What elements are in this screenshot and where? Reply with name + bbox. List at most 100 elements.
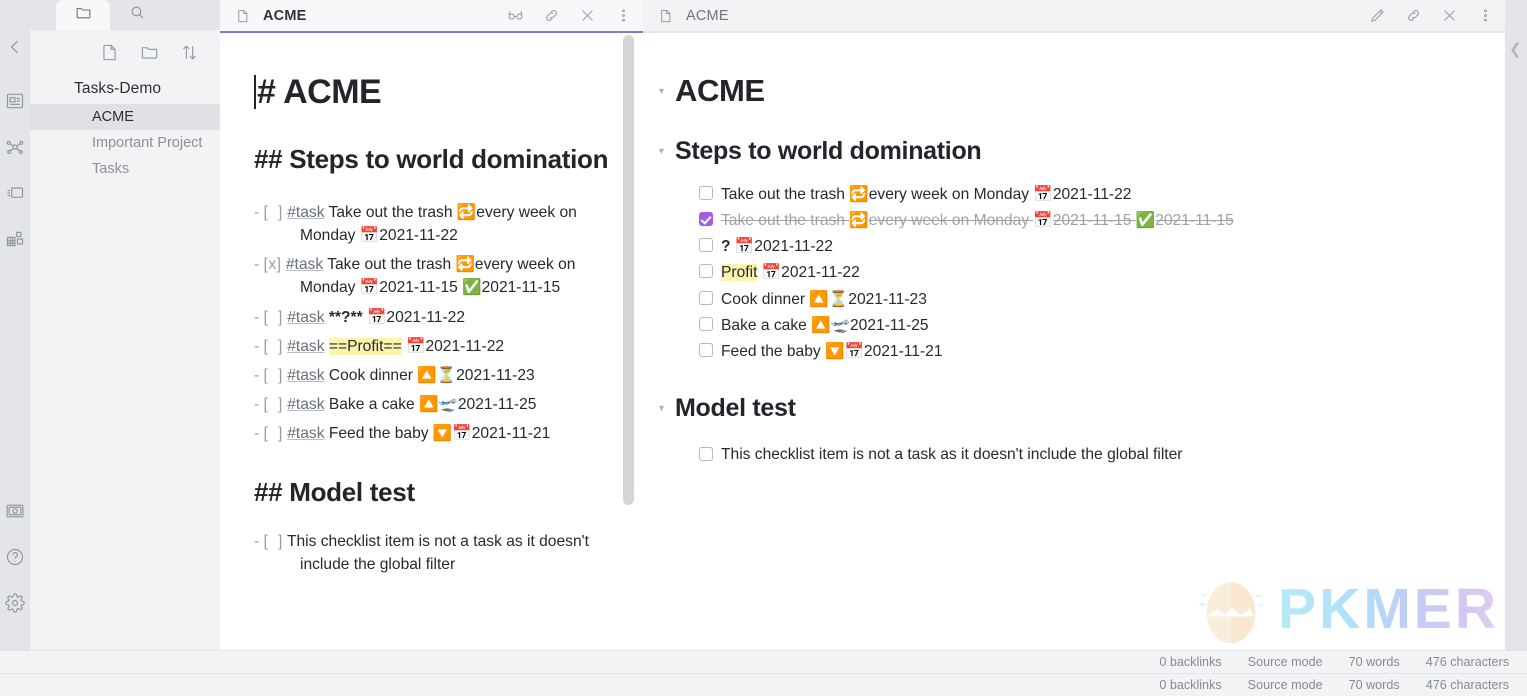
status-bar-secondary: 0 backlinks Source mode 70 words 476 cha… bbox=[0, 673, 1527, 696]
screenshot-icon[interactable] bbox=[2, 498, 28, 524]
sort-icon[interactable] bbox=[178, 41, 200, 63]
task-checkbox[interactable] bbox=[699, 264, 713, 279]
watermark-text: PKMER bbox=[1278, 577, 1499, 641]
task-text: Profit 📅2021-11-22 bbox=[721, 263, 860, 282]
more-options-icon[interactable] bbox=[613, 6, 633, 26]
preview-pane-actions bbox=[1367, 6, 1495, 26]
document-icon bbox=[657, 7, 674, 24]
chevron-left-icon[interactable] bbox=[2, 34, 28, 60]
editor-task-list: - [ ] #task Take out the trash 🔁every we… bbox=[254, 201, 621, 445]
document-icon bbox=[234, 7, 251, 24]
close-icon[interactable] bbox=[1439, 6, 1459, 26]
link-icon[interactable] bbox=[1403, 6, 1423, 26]
fold-triangle-icon[interactable]: ▼ bbox=[657, 86, 671, 96]
reading-view-glasses-icon[interactable] bbox=[505, 6, 525, 26]
preview-h2-text: Model test bbox=[675, 394, 796, 423]
list-item[interactable]: Cook dinner 🔼⏳2021-11-23 bbox=[699, 287, 1475, 312]
editor-task-line: - [ ] #task **?** 📅2021-11-22 bbox=[254, 307, 466, 326]
right-sidebar-collapse[interactable]: ❮ bbox=[1505, 0, 1527, 650]
status-backlinks[interactable]: 0 backlinks bbox=[1159, 678, 1221, 692]
list-item[interactable]: Take out the trash 🔁every week on Monday… bbox=[699, 182, 1475, 207]
nav-file-label: ACME bbox=[92, 109, 134, 125]
preview-body[interactable]: ▼ ACME ▼ Steps to world domination Take … bbox=[643, 33, 1505, 650]
task-text: Take out the trash 🔁every week on Monday… bbox=[721, 211, 1234, 230]
main-region: Tasks-Demo ACME Important Project Tasks … bbox=[0, 0, 1527, 650]
editor-scrollbar[interactable] bbox=[623, 35, 634, 505]
task-checkbox[interactable] bbox=[699, 186, 713, 200]
editor-pane: ACME # ACME ## Steps to world domination… bbox=[220, 0, 643, 650]
task-checkbox[interactable] bbox=[699, 316, 713, 331]
open-note-in-new-pane-icon[interactable] bbox=[2, 88, 28, 114]
help-icon[interactable] bbox=[2, 544, 28, 570]
task-checkbox[interactable] bbox=[699, 212, 713, 227]
obsidian-window: Tasks-Demo ACME Important Project Tasks … bbox=[0, 0, 1527, 696]
status-backlinks[interactable]: 0 backlinks bbox=[1159, 655, 1221, 669]
editor-h1-text: # ACME bbox=[257, 73, 382, 111]
preview-checklist: This checklist item is not a task as it … bbox=[673, 443, 1475, 467]
link-icon[interactable] bbox=[541, 6, 561, 26]
preview-tab-title: ACME bbox=[686, 7, 729, 24]
editor-pane-header: ACME bbox=[220, 0, 643, 31]
checklist-text: This checklist item is not a task as it … bbox=[721, 446, 1183, 464]
task-checkbox[interactable] bbox=[699, 342, 713, 357]
status-bar-primary: 0 backlinks Source mode 70 words 476 cha… bbox=[0, 650, 1527, 673]
chevron-left-icon[interactable]: ❮ bbox=[1509, 40, 1522, 58]
workspace-panes: ACME # ACME ## Steps to world domination… bbox=[220, 0, 1527, 650]
preview-pane: ACME ▼ ACME ▼ Steps to world domination … bbox=[643, 0, 1505, 650]
preview-h2-model-test: ▼ Model test bbox=[657, 394, 1475, 423]
grid-blocks-icon[interactable] bbox=[2, 226, 28, 252]
editor-checklist-text: This checklist item is not a task as it … bbox=[286, 532, 589, 574]
status-character-count: 476 characters bbox=[1425, 678, 1509, 692]
preview-task-list: Take out the trash 🔁every week on Monday… bbox=[673, 182, 1475, 364]
task-text: Bake a cake 🔼🛫2021-11-25 bbox=[721, 315, 929, 334]
search-tab[interactable] bbox=[110, 0, 164, 30]
status-mode[interactable]: Source mode bbox=[1248, 655, 1323, 669]
editor-h2-steps: ## Steps to world domination bbox=[254, 144, 609, 175]
sidebar-item-tasks[interactable]: Tasks bbox=[30, 156, 220, 182]
editor-task-line: - [ ] #task Bake a cake 🔼🛫2021-11-25 bbox=[254, 394, 537, 413]
task-checkbox[interactable] bbox=[699, 238, 713, 253]
list-item[interactable]: This checklist item is not a task as it … bbox=[699, 443, 1475, 467]
graph-view-icon[interactable] bbox=[2, 134, 28, 160]
fold-triangle-icon[interactable]: ▼ bbox=[657, 147, 671, 156]
nav-file-label: Important Project bbox=[92, 135, 203, 151]
preview-content: ▼ ACME ▼ Steps to world domination Take … bbox=[643, 33, 1505, 467]
text-caret bbox=[254, 75, 256, 109]
preview-h1: ▼ ACME bbox=[657, 73, 1475, 109]
files-tab[interactable] bbox=[56, 0, 110, 30]
pkmer-watermark: PKMER bbox=[1194, 572, 1499, 646]
sidebar-item-important-project[interactable]: Important Project bbox=[30, 130, 220, 156]
sidebar-item-acme[interactable]: ACME bbox=[30, 104, 220, 130]
preview-h2-text: Steps to world domination bbox=[675, 137, 982, 165]
preview-h2-steps: ▼ Steps to world domination bbox=[657, 137, 1475, 166]
task-text: Cook dinner 🔼⏳2021-11-23 bbox=[721, 289, 927, 308]
editor-task-line: - [ ] #task ==Profit== 📅2021-11-22 bbox=[254, 336, 505, 355]
status-mode[interactable]: Source mode bbox=[1248, 678, 1323, 692]
list-item[interactable]: ? 📅2021-11-22 bbox=[699, 234, 1475, 259]
editor-content[interactable]: # ACME ## Steps to world domination - [ … bbox=[220, 33, 643, 576]
editor-h2-model-test: ## Model test bbox=[254, 476, 415, 507]
editor-body[interactable]: # ACME ## Steps to world domination - [ … bbox=[220, 33, 643, 650]
cracked-egg-logo bbox=[1199, 582, 1264, 644]
edit-pencil-icon[interactable] bbox=[1367, 6, 1387, 26]
nav-file-label: Tasks bbox=[92, 161, 130, 177]
canvas-cards-icon[interactable] bbox=[2, 180, 28, 206]
new-folder-icon[interactable] bbox=[138, 41, 160, 63]
vault-title: Tasks-Demo bbox=[74, 80, 162, 97]
sidebar-tabs bbox=[30, 0, 220, 30]
new-note-icon[interactable] bbox=[98, 41, 120, 63]
fold-triangle-icon[interactable]: ▼ bbox=[657, 404, 671, 413]
task-checkbox[interactable] bbox=[699, 447, 713, 462]
editor-task-line: - [ ] #task Cook dinner 🔼⏳2021-11-23 bbox=[254, 365, 535, 384]
task-text: Feed the baby 🔽📅2021-11-21 bbox=[721, 341, 943, 360]
more-options-icon[interactable] bbox=[1475, 6, 1495, 26]
close-icon[interactable] bbox=[577, 6, 597, 26]
list-item[interactable]: Take out the trash 🔁every week on Monday… bbox=[699, 208, 1475, 233]
settings-gear-icon[interactable] bbox=[2, 590, 28, 616]
left-sidebar: Tasks-Demo ACME Important Project Tasks bbox=[30, 0, 220, 650]
list-item[interactable]: Feed the baby 🔽📅2021-11-21 bbox=[699, 339, 1475, 364]
task-checkbox[interactable] bbox=[699, 290, 713, 305]
preview-pane-header: ACME bbox=[643, 0, 1505, 31]
list-item[interactable]: Bake a cake 🔼🛫2021-11-25 bbox=[699, 313, 1475, 338]
list-item[interactable]: Profit 📅2021-11-22 bbox=[699, 260, 1475, 285]
